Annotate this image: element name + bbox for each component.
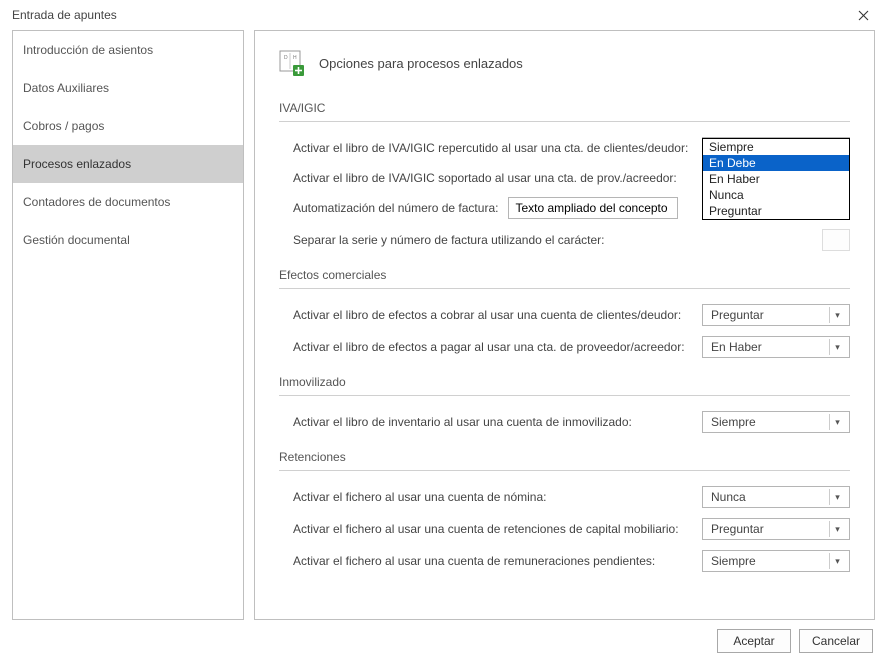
- iva-soportado-label: Activar el libro de IVA/IGIC soportado a…: [293, 171, 702, 185]
- chevron-down-icon: ▾: [829, 307, 845, 323]
- iva-repercutido-label: Activar el libro de IVA/IGIC repercutido…: [293, 141, 702, 155]
- inmov-inventario-label: Activar el libro de inventario al usar u…: [293, 415, 702, 429]
- content-header: D H Opciones para procesos enlazados: [279, 49, 850, 77]
- close-button[interactable]: [849, 4, 877, 26]
- section-retenciones-header: Retenciones: [279, 444, 850, 471]
- sidebar-item-datos-auxiliares[interactable]: Datos Auxiliares: [13, 69, 243, 107]
- linked-process-icon: D H: [279, 49, 307, 77]
- retenciones-row-nomina: Activar el fichero al usar una cuenta de…: [279, 481, 850, 513]
- efectos-row-pagar: Activar el libro de efectos a pagar al u…: [279, 331, 850, 363]
- dropdown-option-en-debe[interactable]: En Debe: [703, 155, 849, 171]
- retenciones-capital-label: Activar el fichero al usar una cuenta de…: [293, 522, 702, 536]
- page-title: Opciones para procesos enlazados: [319, 56, 523, 71]
- dialog-footer: Aceptar Cancelar: [717, 629, 873, 653]
- chevron-down-icon: ▾: [829, 489, 845, 505]
- iva-row-separar-serie: Separar la serie y número de factura uti…: [279, 224, 850, 256]
- retenciones-nomina-label: Activar el fichero al usar una cuenta de…: [293, 490, 702, 504]
- iva-row-soportado: Activar el libro de IVA/IGIC soportado a…: [279, 164, 850, 192]
- section-efectos-header: Efectos comerciales: [279, 262, 850, 289]
- efectos-pagar-label: Activar el libro de efectos a pagar al u…: [293, 340, 702, 354]
- section-inmov-header: Inmovilizado: [279, 369, 850, 396]
- auto-factura-input[interactable]: [508, 197, 678, 219]
- content-panel: D H Opciones para procesos enlazados IVA…: [254, 30, 875, 620]
- retenciones-nomina-combo[interactable]: Nunca ▾: [702, 486, 850, 508]
- chevron-down-icon: ▾: [829, 553, 845, 569]
- efectos-row-cobrar: Activar el libro de efectos a cobrar al …: [279, 299, 850, 331]
- combo-value: En Haber: [711, 340, 762, 354]
- combo-value: Nunca: [711, 490, 746, 504]
- separar-serie-input[interactable]: [822, 229, 850, 251]
- titlebar: Entrada de apuntes: [0, 0, 887, 30]
- sidebar-item-introduccion[interactable]: Introducción de asientos: [13, 31, 243, 69]
- retenciones-remuneraciones-combo[interactable]: Siempre ▾: [702, 550, 850, 572]
- window-title: Entrada de apuntes: [12, 8, 117, 22]
- dropdown-option-en-haber[interactable]: En Haber: [703, 171, 849, 187]
- dropdown-option-nunca[interactable]: Nunca: [703, 187, 849, 203]
- dropdown-option-preguntar[interactable]: Preguntar: [703, 203, 849, 219]
- retenciones-remuneraciones-label: Activar el fichero al usar una cuenta de…: [293, 554, 702, 568]
- sidebar-item-gestion-documental[interactable]: Gestión documental: [13, 221, 243, 259]
- chevron-down-icon: ▾: [829, 521, 845, 537]
- combo-value: Preguntar: [711, 308, 764, 322]
- svg-text:H: H: [293, 55, 297, 61]
- combo-value: Preguntar: [711, 522, 764, 536]
- sidebar: Introducción de asientos Datos Auxiliare…: [12, 30, 244, 620]
- efectos-cobrar-label: Activar el libro de efectos a cobrar al …: [293, 308, 702, 322]
- inmov-row-inventario: Activar el libro de inventario al usar u…: [279, 406, 850, 438]
- auto-factura-label: Automatización del número de factura:: [293, 201, 498, 215]
- iva-soportado-dropdown[interactable]: Siempre En Debe En Haber Nunca Preguntar: [702, 138, 850, 220]
- retenciones-row-remuneraciones: Activar el fichero al usar una cuenta de…: [279, 545, 850, 577]
- sidebar-item-cobros-pagos[interactable]: Cobros / pagos: [13, 107, 243, 145]
- efectos-pagar-combo[interactable]: En Haber ▾: [702, 336, 850, 358]
- svg-text:D: D: [284, 55, 288, 61]
- chevron-down-icon: ▾: [829, 339, 845, 355]
- inmov-inventario-combo[interactable]: Siempre ▾: [702, 411, 850, 433]
- separar-serie-label: Separar la serie y número de factura uti…: [293, 233, 822, 247]
- combo-value: Siempre: [711, 554, 756, 568]
- efectos-cobrar-combo[interactable]: Preguntar ▾: [702, 304, 850, 326]
- retenciones-capital-combo[interactable]: Preguntar ▾: [702, 518, 850, 540]
- combo-value: Siempre: [711, 415, 756, 429]
- sidebar-item-procesos-enlazados[interactable]: Procesos enlazados: [13, 145, 243, 183]
- chevron-down-icon: ▾: [829, 414, 845, 430]
- cancel-button[interactable]: Cancelar: [799, 629, 873, 653]
- dropdown-option-siempre[interactable]: Siempre: [703, 139, 849, 155]
- main-area: Introducción de asientos Datos Auxiliare…: [0, 30, 887, 620]
- sidebar-item-contadores[interactable]: Contadores de documentos: [13, 183, 243, 221]
- retenciones-row-capital: Activar el fichero al usar una cuenta de…: [279, 513, 850, 545]
- accept-button[interactable]: Aceptar: [717, 629, 791, 653]
- close-icon: [858, 10, 869, 21]
- section-iva-header: IVA/IGIC: [279, 95, 850, 122]
